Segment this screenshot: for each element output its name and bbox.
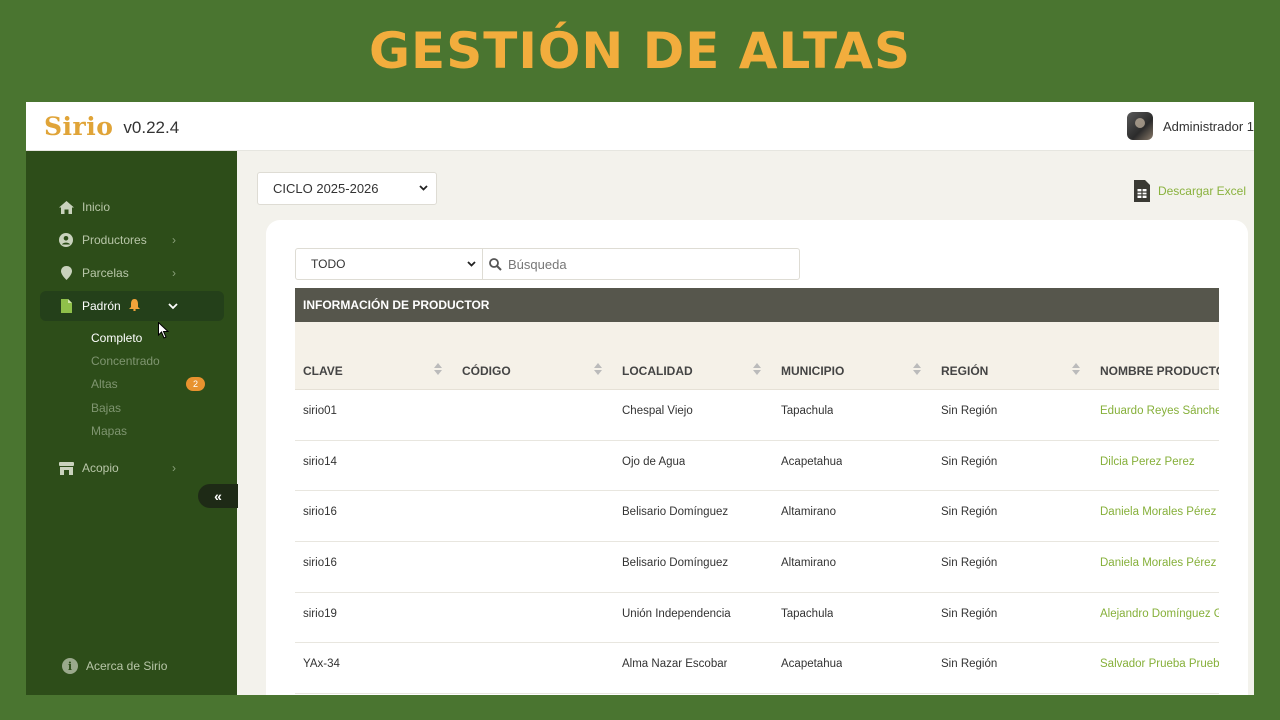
submenu-item-altas[interactable]: Altas bbox=[91, 377, 118, 391]
submenu-item-completo[interactable]: Completo bbox=[91, 331, 142, 345]
table-row[interactable]: sirio16 Belisario Domínguez Altamirano S… bbox=[295, 491, 1219, 543]
chevron-down-icon bbox=[168, 299, 178, 313]
search-box bbox=[482, 248, 800, 280]
sort-icon[interactable] bbox=[753, 362, 761, 376]
altas-count-badge: 2 bbox=[186, 377, 205, 391]
chevron-right-icon: › bbox=[172, 461, 176, 475]
file-icon bbox=[58, 298, 74, 314]
column-header-region[interactable]: REGIÓN bbox=[941, 364, 988, 378]
column-header-nombre-productor[interactable]: NOMBRE PRODUCTOR bbox=[1100, 364, 1219, 378]
app-window: Sirio v0.22.4 Administrador 1 Inicio Pro… bbox=[26, 102, 1254, 695]
bell-icon bbox=[128, 298, 140, 314]
producer-name-link[interactable]: Salvador Prueba Prueba bbox=[1100, 658, 1219, 670]
column-header-clave[interactable]: CLAVE bbox=[303, 364, 343, 378]
table-body: sirio01 Chespal Viejo Tapachula Sin Regi… bbox=[295, 390, 1219, 695]
table-row[interactable]: sirio19 Unión Independencia Tapachula Si… bbox=[295, 593, 1219, 644]
table-row[interactable]: sirio16 Belisario Domínguez Altamirano S… bbox=[295, 542, 1219, 593]
banner-title: GESTIÓN DE ALTAS bbox=[369, 22, 911, 80]
user-circle-icon bbox=[58, 232, 74, 248]
app-version: v0.22.4 bbox=[123, 118, 180, 137]
table-row[interactable]: sirio14 Ojo de Agua Acapetahua Sin Regió… bbox=[295, 441, 1219, 492]
sort-icon[interactable] bbox=[913, 362, 921, 376]
sidebar-item-productores[interactable]: Productores › bbox=[40, 225, 224, 255]
table-card: TODO INFORMACIÓN DE PRODUCTOR CLAVE CÓDI… bbox=[266, 220, 1248, 695]
submenu-item-mapas[interactable]: Mapas bbox=[91, 424, 127, 438]
search-icon bbox=[489, 257, 502, 271]
producer-name-link[interactable]: Daniela Morales Pérez bbox=[1100, 506, 1219, 518]
submenu-item-bajas[interactable]: Bajas bbox=[91, 401, 121, 415]
chevron-right-icon: › bbox=[172, 266, 176, 280]
collapse-sidebar-button[interactable]: « bbox=[198, 484, 238, 508]
avatar[interactable] bbox=[1126, 112, 1153, 140]
table-row[interactable]: sirio01 Chespal Viejo Tapachula Sin Regi… bbox=[295, 390, 1219, 441]
chevron-down-icon bbox=[419, 183, 428, 194]
app-logo[interactable]: Sirio bbox=[44, 112, 113, 141]
top-bar: Sirio v0.22.4 Administrador 1 bbox=[26, 102, 1254, 151]
producer-name-link[interactable]: Dilcia Perez Perez bbox=[1100, 456, 1219, 468]
chevron-down-icon bbox=[467, 259, 476, 270]
submenu-item-concentrado[interactable]: Concentrado bbox=[91, 354, 160, 368]
sort-icon[interactable] bbox=[434, 362, 442, 376]
mouse-cursor-icon bbox=[158, 322, 169, 339]
scope-select[interactable]: TODO bbox=[295, 248, 483, 280]
info-icon: i bbox=[62, 658, 78, 674]
producer-name-link[interactable]: Daniela Morales Pérez bbox=[1100, 557, 1219, 569]
spreadsheet-file-icon bbox=[1133, 180, 1150, 202]
cycle-select[interactable]: CICLO 2025-2026 bbox=[257, 172, 437, 205]
chevron-right-icon: › bbox=[172, 233, 176, 247]
sidebar-item-acopio[interactable]: Acopio › bbox=[40, 453, 224, 483]
column-header-codigo[interactable]: CÓDIGO bbox=[462, 364, 511, 378]
download-excel-button[interactable]: Descargar Excel bbox=[1133, 180, 1246, 202]
user-name: Administrador 1 bbox=[1162, 118, 1254, 134]
sidebar-item-inicio[interactable]: Inicio bbox=[40, 192, 224, 222]
table-group-header: INFORMACIÓN DE PRODUCTOR bbox=[295, 288, 1219, 322]
table-row[interactable]: YAx-34 Alma Nazar Escobar Acapetahua Sin… bbox=[295, 643, 1219, 695]
producer-name-link[interactable]: Alejandro Domínguez G bbox=[1100, 608, 1219, 620]
sort-icon[interactable] bbox=[594, 362, 602, 376]
search-input[interactable] bbox=[508, 256, 788, 272]
store-icon bbox=[58, 460, 74, 476]
sidebar-item-parcelas[interactable]: Parcelas › bbox=[40, 258, 224, 288]
sidebar: Inicio Productores › Parcelas › Padrón C… bbox=[26, 151, 238, 695]
sort-icon[interactable] bbox=[1072, 362, 1080, 376]
about-link[interactable]: i Acerca de Sirio bbox=[62, 658, 167, 674]
column-header-municipio[interactable]: MUNICIPIO bbox=[781, 364, 844, 378]
table-column-headers: CLAVE CÓDIGO LOCALIDAD MUNICIPIO REGIÓN … bbox=[295, 322, 1219, 390]
map-pin-icon bbox=[58, 265, 74, 281]
home-icon bbox=[58, 199, 74, 215]
user-menu[interactable]: Administrador 1 bbox=[1126, 112, 1254, 140]
column-header-localidad[interactable]: LOCALIDAD bbox=[622, 364, 693, 378]
producer-name-link[interactable]: Eduardo Reyes Sánchez bbox=[1100, 405, 1219, 417]
sidebar-item-padron[interactable]: Padrón bbox=[40, 291, 224, 321]
